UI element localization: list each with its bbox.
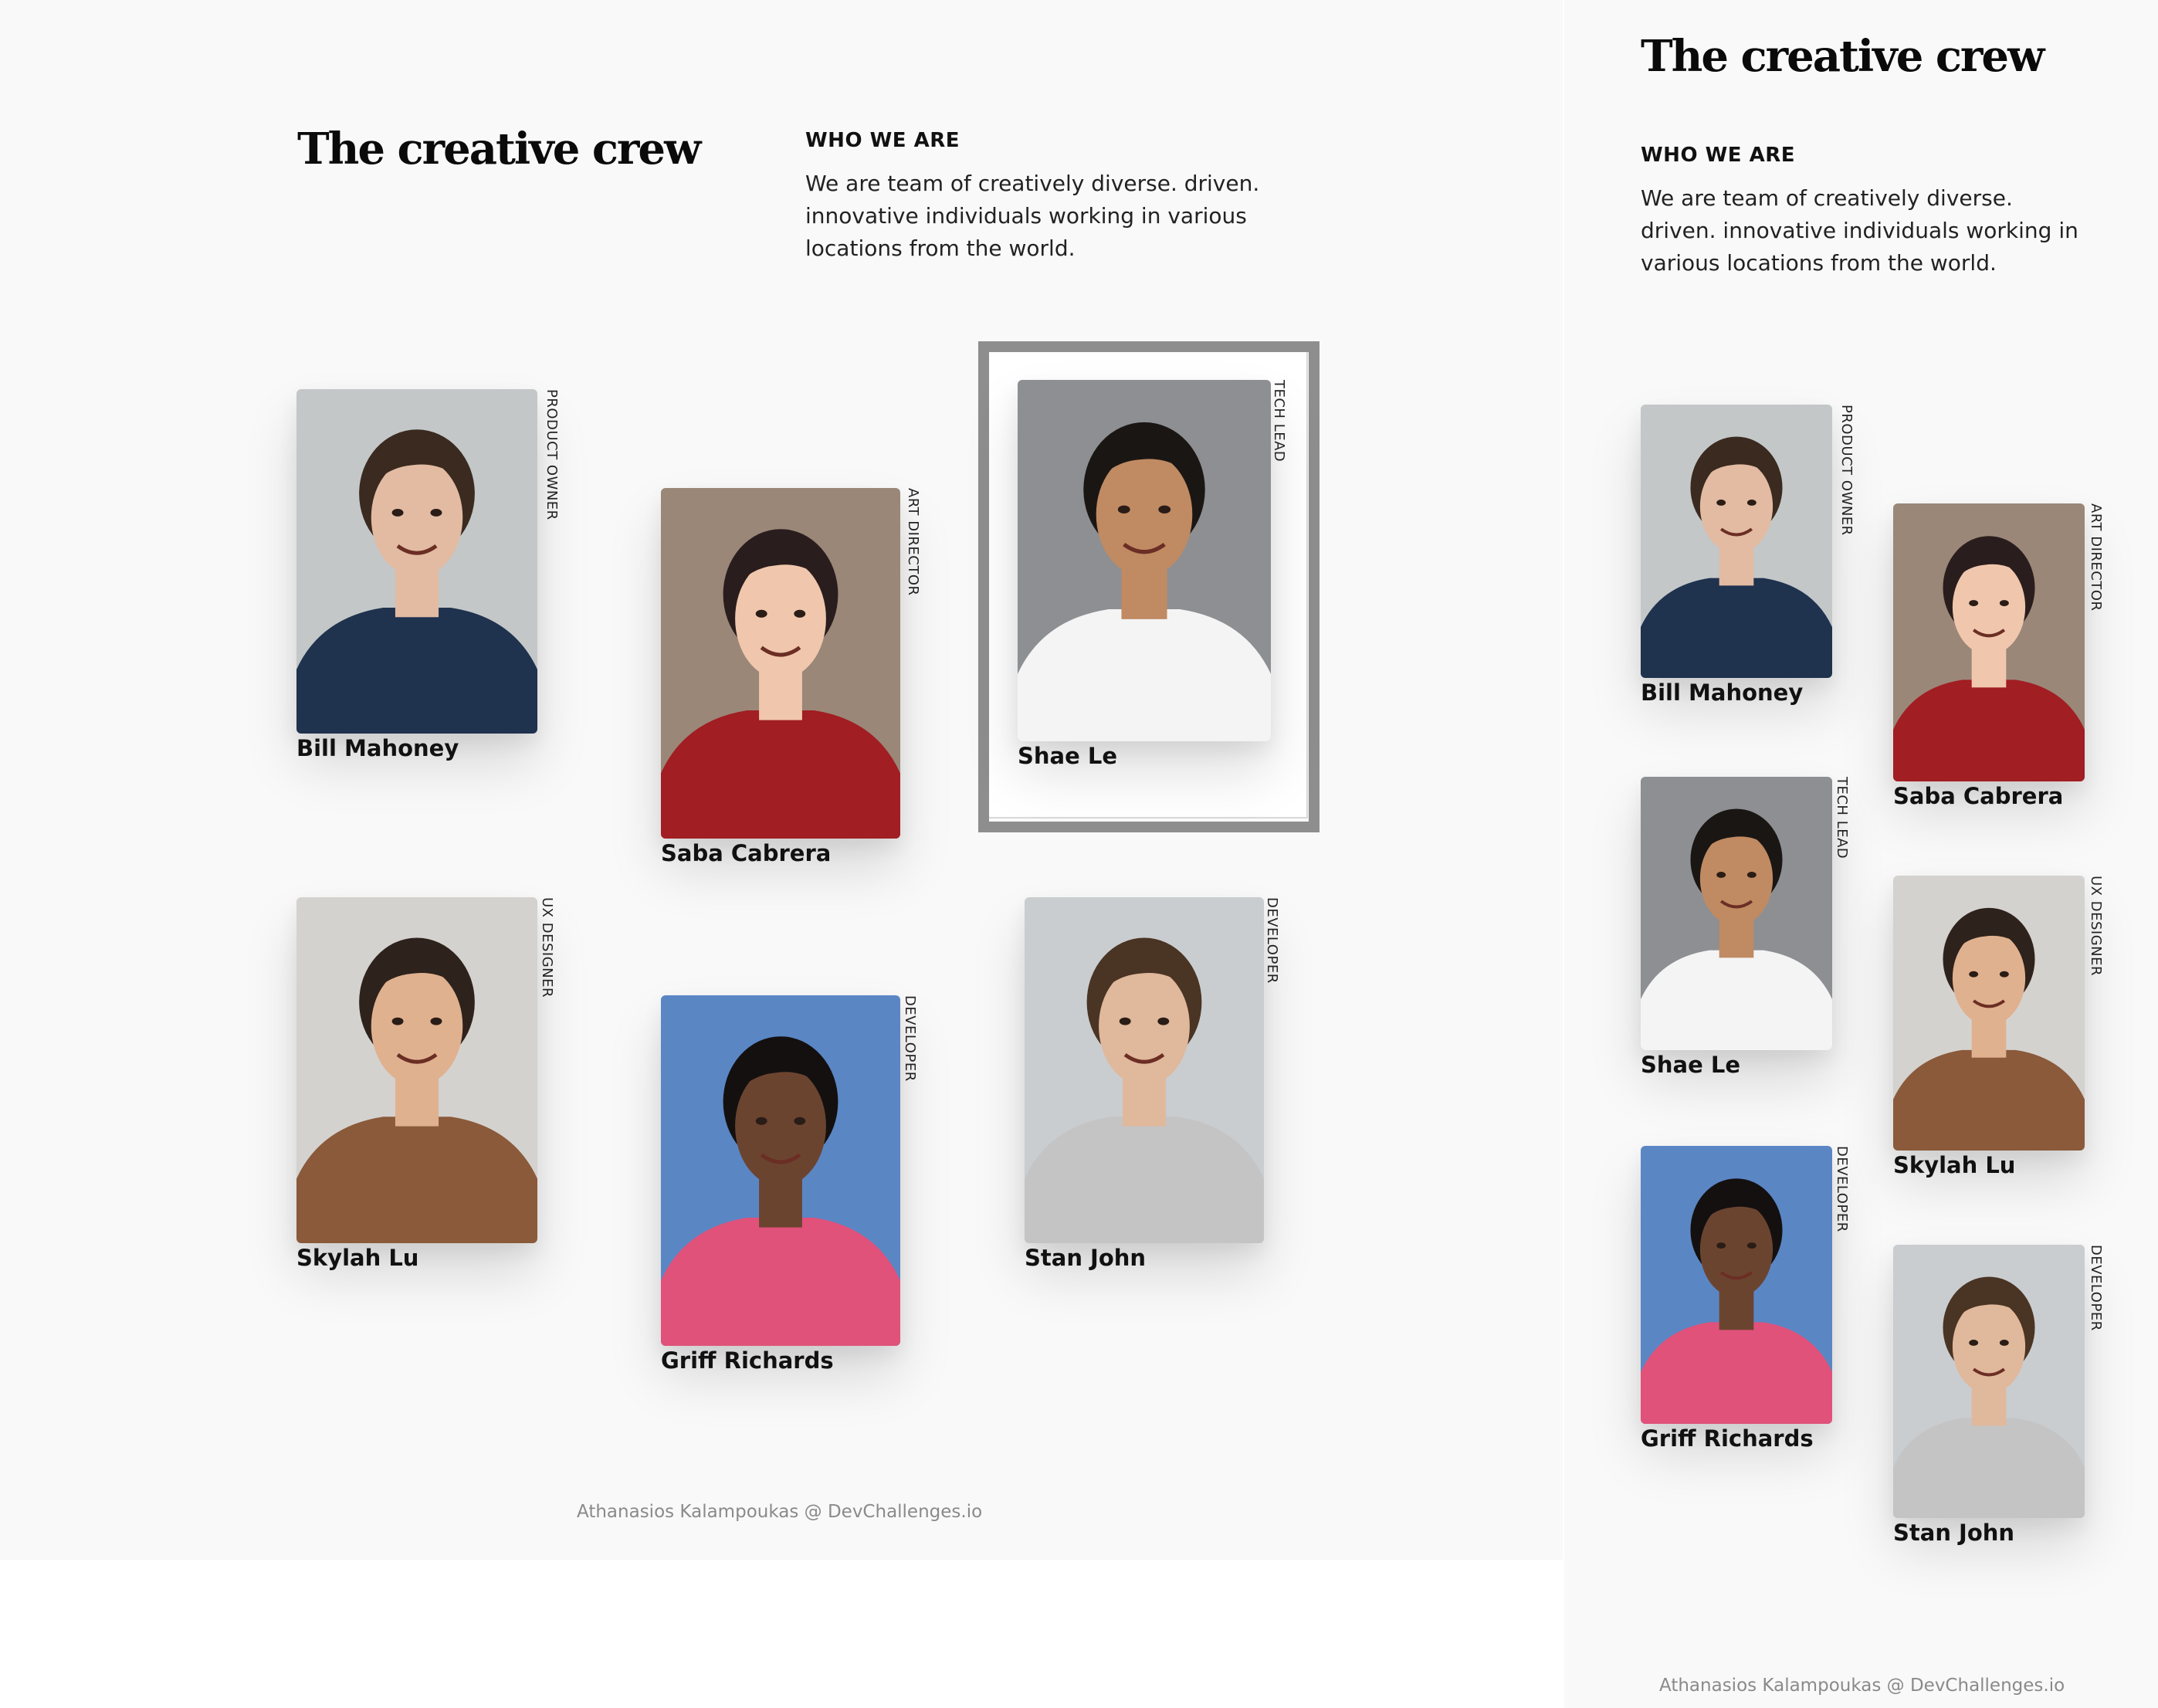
member-role: DEVELOPER (1834, 1146, 1850, 1232)
portrait-illustration (1641, 1146, 1832, 1424)
who-we-are-label: WHO WE ARE (1641, 144, 1795, 167)
member-photo (1641, 777, 1832, 1050)
description-line: We are team of creatively diverse. (1641, 185, 2013, 211)
mobile-view: The creative crew WHO WE ARE We are team… (1564, 0, 2158, 1708)
member-name: Saba Cabrera (1893, 783, 2064, 809)
member-name: Skylah Lu (1893, 1152, 2016, 1178)
page-title: The creative crew (297, 124, 701, 175)
description-line: locations from the world. (805, 236, 1076, 261)
member-photo (1641, 405, 1832, 678)
portrait-illustration (1893, 503, 2085, 781)
member-photo (296, 897, 537, 1243)
portrait-illustration (1641, 777, 1832, 1050)
member-name: Bill Mahoney (1641, 679, 1804, 706)
description-line: We are team of creatively diverse. drive… (805, 171, 1260, 196)
member-role: DEVELOPER (1264, 897, 1280, 984)
description-line: driven. innovative individuals working i… (1641, 218, 2078, 243)
description-line: innovative individuals working in variou… (805, 203, 1247, 229)
member-role: TECH LEAD (1271, 380, 1287, 463)
member-role: PRODUCT OWNER (1838, 405, 1855, 536)
portrait-illustration (296, 389, 537, 734)
member-name: Griff Richards (1641, 1425, 1814, 1452)
portrait-illustration (296, 897, 537, 1243)
member-role: UX DESIGNER (539, 897, 555, 998)
member-photo (1641, 1146, 1832, 1424)
portrait-illustration (1893, 1245, 2085, 1518)
member-photo (661, 995, 900, 1346)
team-description: We are team of creatively diverse. drive… (805, 168, 1307, 265)
portrait-illustration (1018, 380, 1271, 741)
desktop-view: The creative crew WHO WE ARE We are team… (0, 0, 1563, 1560)
portrait-illustration (661, 995, 900, 1346)
member-role: DEVELOPER (902, 995, 918, 1082)
member-photo (296, 389, 537, 734)
member-name: Bill Mahoney (296, 735, 459, 761)
description-line: various locations from the world. (1641, 250, 1997, 276)
portrait-illustration (661, 488, 900, 839)
member-name: Stan John (1025, 1245, 1147, 1271)
member-role: ART DIRECTOR (2088, 503, 2104, 612)
member-name: Stan John (1893, 1520, 2015, 1546)
member-photo (1025, 897, 1264, 1243)
portrait-illustration (1893, 876, 2085, 1151)
member-role: DEVELOPER (2088, 1245, 2104, 1331)
member-photo (1893, 503, 2085, 781)
portrait-illustration (1641, 405, 1832, 678)
member-photo (1893, 1245, 2085, 1518)
page-title: The creative crew (1641, 31, 2045, 82)
member-role: PRODUCT OWNER (544, 389, 560, 520)
member-role: TECH LEAD (1834, 777, 1850, 859)
member-role: ART DIRECTOR (905, 488, 921, 596)
footer-credit: Athanasios Kalampoukas @ DevChallenges.i… (577, 1502, 983, 1522)
team-description: We are team of creatively diverse. drive… (1641, 182, 2119, 280)
member-photo (1893, 876, 2085, 1151)
member-role: UX DESIGNER (2088, 876, 2104, 976)
member-name: Skylah Lu (296, 1245, 419, 1271)
who-we-are-label: WHO WE ARE (805, 129, 960, 152)
portrait-illustration (1025, 897, 1264, 1243)
member-name: Saba Cabrera (661, 840, 832, 866)
member-photo (1018, 380, 1271, 741)
member-photo (661, 488, 900, 839)
footer-credit: Athanasios Kalampoukas @ DevChallenges.i… (1659, 1676, 2065, 1696)
member-name: Griff Richards (661, 1347, 834, 1374)
member-name: Shae Le (1641, 1052, 1741, 1078)
member-name: Shae Le (1018, 743, 1118, 769)
